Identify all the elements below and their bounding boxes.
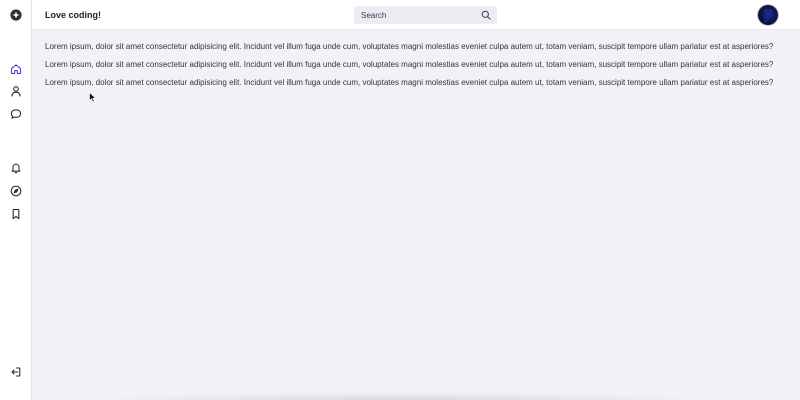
bell-icon[interactable] [8,160,24,176]
home-icon[interactable] [8,61,24,77]
compass-icon[interactable] [8,183,24,199]
top-bar: Love coding! [32,0,800,30]
sidebar [0,0,32,400]
logout-icon[interactable] [8,364,24,380]
main-content: Lorem ipsum, dolor sit amet consectetur … [45,41,780,95]
message-icon[interactable] [8,106,24,122]
search-icon[interactable] [480,9,492,21]
user-icon[interactable] [8,83,24,99]
mouse-cursor-icon [89,92,97,103]
search-box [354,6,497,24]
avatar[interactable] [758,5,778,25]
paragraph: Lorem ipsum, dolor sit amet consectetur … [45,78,774,87]
bookmark-icon[interactable] [8,206,24,222]
paragraph: Lorem ipsum, dolor sit amet consectetur … [45,42,774,51]
app-title: Love coding! [45,10,101,20]
bottom-shadow [80,392,720,400]
paragraph: Lorem ipsum, dolor sit amet consectetur … [45,60,774,69]
search-input[interactable] [354,6,474,24]
logo-icon[interactable] [8,7,24,23]
